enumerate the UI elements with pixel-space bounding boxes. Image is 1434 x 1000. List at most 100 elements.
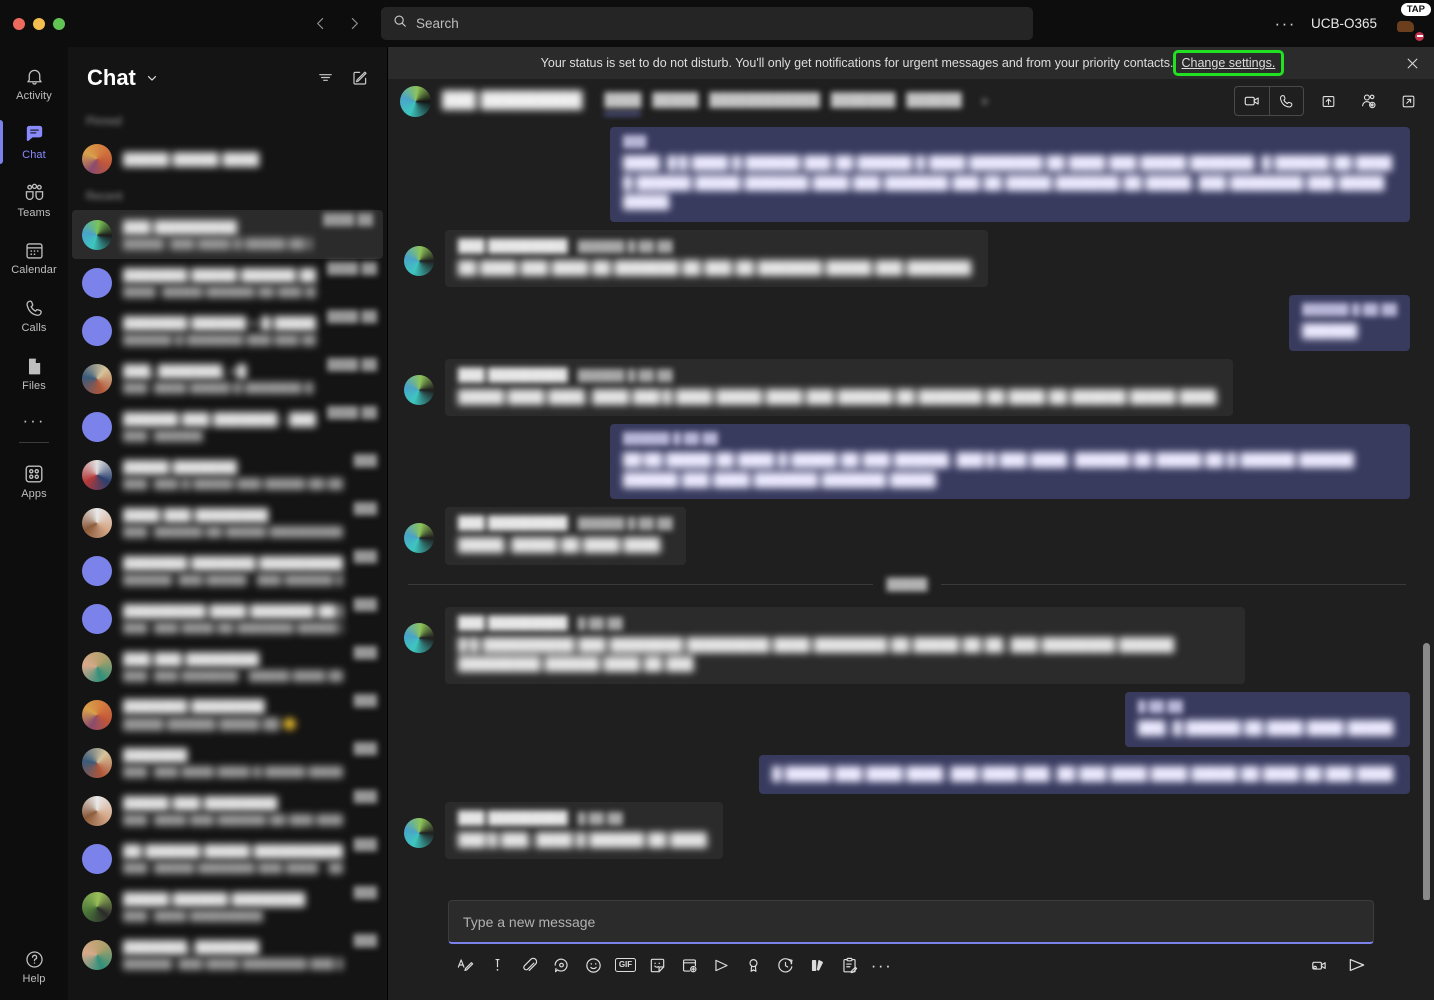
add-tab-button[interactable]: + (981, 93, 989, 109)
forward-arrow-icon[interactable] (340, 10, 368, 38)
message-scrollbar[interactable] (1423, 643, 1430, 900)
list-item[interactable]: ███ █████████ █████: ███ ████ █ █████ ██ … (72, 210, 383, 259)
search-input[interactable]: Search (381, 7, 1033, 40)
more-horizontal-icon[interactable]: ··· (866, 950, 897, 981)
video-clip-icon[interactable] (1304, 950, 1335, 981)
share-up-icon[interactable] (1312, 86, 1344, 116)
shifts-icon[interactable] (802, 950, 833, 981)
close-icon[interactable] (1400, 51, 1424, 75)
chat-preview: ███: ███ ████ ██ ███████ █████ ████ (123, 622, 343, 634)
list-item[interactable]: █████ █████ ████ (68, 135, 387, 183)
sidebar-item-chat[interactable]: Chat (0, 113, 68, 171)
list-item[interactable]: ███, ███████, +█ ███: ████ █████ █ ██████… (68, 355, 387, 403)
list-item[interactable]: ███████ ████████ █████ ██████ █████ ██ 😊 █… (68, 691, 387, 739)
message-row: █:██ ██ ███, █ ██████ ██ ████ ████ █████. (404, 691, 1410, 747)
gif-label: GIF (615, 958, 636, 972)
sidebar-item-label: Help (22, 973, 46, 985)
video-camera-icon[interactable] (1235, 87, 1269, 115)
list-item[interactable]: ██ ██████ █████ ████████████ ███: █████ █… (68, 835, 387, 883)
tab-item[interactable]: ██████ (906, 92, 961, 110)
avatar (82, 940, 112, 970)
message-bubble[interactable]: ███ █████████ ██████ █:██ ██ █████, █████ … (445, 507, 686, 565)
sidebar-item-apps[interactable]: Apps (0, 452, 68, 510)
message-bubble[interactable]: ███ █████████ █:██ ██ █'█ ██████████ ███ █… (445, 606, 1245, 684)
chat-preview: ███: ███ █ █████ ███ █████ ██ ███ ███ ██… (123, 478, 343, 490)
tab-item[interactable]: ████ (604, 92, 641, 115)
message-input[interactable]: Type a new message (448, 900, 1374, 944)
message-meta: ██████ █:██ ██ (1302, 304, 1397, 316)
chat-preview: ██████: ███ ████ ████████ ███ ██████ (123, 958, 343, 970)
message-bubble[interactable]: █ █████ ███ ████ ████. ███ ████ ███. ██ … (759, 755, 1410, 794)
title-bar: Search ··· UCB-O365 TAP (0, 0, 1434, 47)
sidebar-item-calls[interactable]: Calls (0, 287, 68, 345)
message-timestamp: ██████ █:██ ██ (577, 240, 673, 253)
list-item[interactable]: ██████ ███ ███████ - ████ ███: ██████ ████… (68, 403, 387, 451)
message-list[interactable]: ███ ████, █'█ ████ █ ██████ ███ ██ ██████… (388, 123, 1434, 900)
list-item[interactable]: ███████, ███████ ██████: ███ ████ ███████… (68, 931, 387, 979)
calendar-add-icon[interactable] (674, 950, 705, 981)
avatar (404, 622, 434, 653)
forms-icon[interactable] (834, 950, 865, 981)
chat-name: ███████ ███████ ██████████ (123, 556, 343, 571)
list-item[interactable]: ███████ ██████ + █ █████ ███ ███ █ ██ █ ████… (68, 307, 387, 355)
approvals-clock-icon[interactable] (770, 950, 801, 981)
minimize-window-button[interactable] (33, 17, 45, 30)
chat-list-scroll[interactable]: Pinned █████ █████ ████ Recent ███ █████… (68, 108, 387, 1000)
emoji-icon[interactable] (578, 950, 609, 981)
message-bubble[interactable]: ███ █████████ █:██ ██ ███'█ ███, ████ █ ██… (445, 801, 724, 859)
message-bubble[interactable]: ██████ █:██ ██ ██████ (1289, 295, 1410, 351)
chat-timestamp: ███ (353, 599, 377, 611)
contact-name: ███ █████████ (442, 92, 583, 109)
list-item[interactable]: █████ ███████ ███: ███ █ █████ ███ █████ … (68, 451, 387, 499)
sidebar-item-activity[interactable]: Activity (0, 55, 68, 113)
tab-item[interactable]: ████████████ (709, 92, 820, 110)
tab-item[interactable]: ███████ (831, 92, 895, 110)
paperclip-icon[interactable] (514, 950, 545, 981)
filter-icon[interactable] (314, 67, 336, 89)
chat-name: ███ █████████ (123, 219, 238, 235)
send-icon[interactable] (1341, 950, 1372, 981)
list-item[interactable]: █████ ███ ████████ ███: ████ ███ ██████ █… (68, 787, 387, 835)
message-bubble[interactable]: █:██ ██ ███, █ ██████ ██ ████ ████ █████. (1124, 691, 1410, 747)
list-item[interactable]: ███ ███ ████████ ███: ███ ███████ - █████… (68, 643, 387, 691)
stream-icon[interactable] (706, 950, 737, 981)
sidebar-item-help[interactable]: Help (0, 942, 68, 1000)
chat-timestamp: ███ (353, 551, 377, 563)
sidebar-item-files[interactable]: Files (0, 345, 68, 403)
list-item[interactable]: █████████ ████ ███████ ██ █ ███: ███ ████… (68, 595, 387, 643)
importance-icon[interactable] (482, 950, 513, 981)
list-item[interactable]: ███████ ███: ███ ████ ████ █ █████ ████ █ … (68, 739, 387, 787)
sidebar-item-teams[interactable]: Teams (0, 171, 68, 229)
list-item[interactable]: ███████ █████ ██████ █████ ████: █████ ██… (68, 259, 387, 307)
message-bubble[interactable]: ███ █████████ ██████ █:██ ██ █████ ████ ██… (445, 358, 1233, 416)
list-item[interactable]: ████ ███ ████████ ███: ██████ ██ █████ ██… (68, 499, 387, 547)
sidebar-more-apps-button[interactable]: ··· (0, 403, 68, 437)
avatar (82, 460, 112, 490)
award-icon[interactable] (738, 950, 769, 981)
gif-icon[interactable]: GIF (610, 950, 641, 981)
user-avatar-button[interactable]: TAP (1389, 2, 1431, 43)
list-item[interactable]: █████ ██████ ████████ ███: ████ █████████… (68, 883, 387, 931)
compose-icon[interactable] (349, 67, 371, 89)
titlebar-right: ··· UCB-O365 TAP (1271, 0, 1434, 47)
open-external-icon[interactable] (1392, 86, 1424, 116)
close-window-button[interactable] (13, 17, 25, 30)
loop-icon[interactable] (546, 950, 577, 981)
format-text-icon[interactable] (450, 950, 481, 981)
avatar (82, 652, 112, 682)
chevron-down-icon[interactable] (145, 71, 159, 85)
message-bubble[interactable]: ███ ████, █'█ ████ █ ██████ ███ ██ ██████… (610, 127, 1410, 222)
sticker-icon[interactable] (642, 950, 673, 981)
tab-item[interactable]: █████ (652, 92, 698, 110)
message-text: █████, █████ ██ ████ ████. (458, 537, 664, 552)
change-settings-link[interactable]: Change settings. (1172, 50, 1285, 76)
sidebar-item-calendar[interactable]: Calendar (0, 229, 68, 287)
add-person-icon[interactable] (1352, 86, 1384, 116)
phone-icon[interactable] (1269, 87, 1303, 115)
back-arrow-icon[interactable] (306, 10, 334, 38)
maximize-window-button[interactable] (53, 17, 65, 30)
message-bubble[interactable]: ██████ █:██ ██ ██'██ █████ ██ ████ █ ████… (610, 424, 1410, 499)
settings-more-button[interactable]: ··· (1271, 15, 1298, 32)
list-item[interactable]: ███████ ███████ ██████████ ██████: ███ ██… (68, 547, 387, 595)
message-bubble[interactable]: ███ █████████ ██████ █:██ ██ ██ ████ ███ █… (445, 229, 988, 287)
